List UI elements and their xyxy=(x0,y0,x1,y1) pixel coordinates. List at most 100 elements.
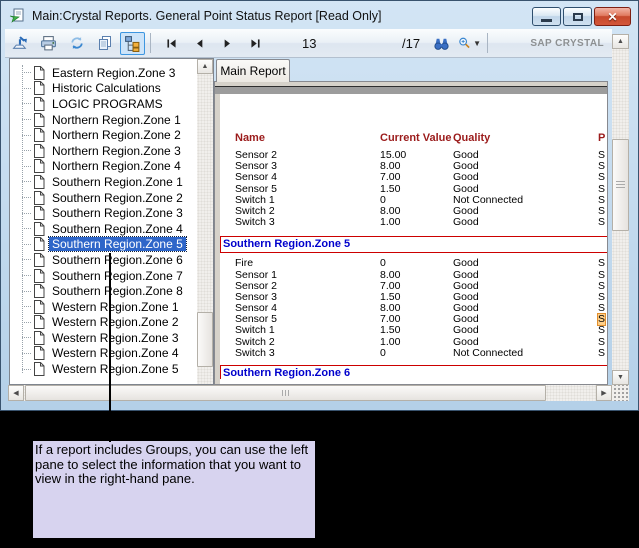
next-page-button[interactable] xyxy=(215,32,240,55)
tree-item[interactable]: Southern Region.Zone 8 xyxy=(12,283,196,299)
tree-item-label: Eastern Region.Zone 3 xyxy=(49,66,178,80)
tree-item[interactable]: Historic Calculations xyxy=(12,81,196,97)
first-page-button[interactable] xyxy=(159,32,184,55)
toolbar-separator xyxy=(487,33,488,53)
minimize-button[interactable] xyxy=(532,7,561,26)
refresh-button[interactable] xyxy=(64,32,89,55)
tree-item[interactable]: Western Region.Zone 2 xyxy=(12,315,196,331)
horizontal-scrollbar[interactable]: ◀ ▶ xyxy=(8,385,629,401)
titlebar[interactable]: Main:Crystal Reports. General Point Stat… xyxy=(5,3,634,29)
tree-item-label: Southern Region.Zone 6 xyxy=(49,253,186,267)
tree-connector xyxy=(22,353,31,354)
content-area: Eastern Region.Zone 3 Historic Calculati… xyxy=(1,58,639,385)
scroll-right-arrow[interactable]: ▶ xyxy=(596,385,612,401)
tree-item[interactable]: Western Region.Zone 5 xyxy=(12,361,196,377)
scroll-up-arrow[interactable]: ▲ xyxy=(197,59,213,74)
thumb-grip xyxy=(282,390,289,396)
document-icon xyxy=(33,159,45,173)
scroll-left-arrow[interactable]: ◀ xyxy=(8,385,24,401)
report-cell-p: S xyxy=(598,337,605,348)
tree-item[interactable]: Southern Region.Zone 1 xyxy=(12,174,196,190)
tree-item[interactable]: Southern Region.Zone 7 xyxy=(12,268,196,284)
find-button[interactable] xyxy=(429,32,454,55)
tree-item[interactable]: Northern Region.Zone 1 xyxy=(12,112,196,128)
tree-item[interactable]: Northern Region.Zone 2 xyxy=(12,127,196,143)
previous-page-button[interactable] xyxy=(187,32,212,55)
tree-item[interactable]: Western Region.Zone 4 xyxy=(12,346,196,362)
copy-button[interactable] xyxy=(92,32,117,55)
group-tree-pane: Eastern Region.Zone 3 Historic Calculati… xyxy=(9,58,214,385)
scroll-thumb[interactable] xyxy=(25,385,546,401)
print-button[interactable] xyxy=(36,32,61,55)
scroll-thumb[interactable] xyxy=(197,312,213,367)
tree-item-label: Western Region.Zone 2 xyxy=(49,315,182,329)
binoculars-icon xyxy=(433,35,450,52)
tree-item[interactable]: Western Region.Zone 1 xyxy=(12,299,196,315)
report-cell-q: Good xyxy=(453,217,479,228)
tree-connector xyxy=(22,135,31,136)
tree-item-label: Historic Calculations xyxy=(49,81,164,95)
tree-item[interactable]: Southern Region.Zone 4 xyxy=(12,221,196,237)
document-icon xyxy=(33,97,45,111)
document-icon xyxy=(33,222,45,236)
tree-item[interactable]: LOGIC PROGRAMS xyxy=(12,96,196,112)
scroll-thumb[interactable] xyxy=(612,139,629,231)
tree-item[interactable]: Southern Region.Zone 5 xyxy=(12,237,196,253)
report-cell-q: Good xyxy=(453,172,479,183)
export-icon xyxy=(12,35,29,52)
tree-item[interactable]: Eastern Region.Zone 3 xyxy=(12,65,196,81)
report-cell-v: 1.50 xyxy=(380,184,400,195)
magnifier-icon xyxy=(458,35,471,51)
copy-icon xyxy=(97,35,113,51)
page-top-band xyxy=(215,86,607,94)
document-icon xyxy=(33,300,45,314)
tree-connector xyxy=(22,337,31,338)
tree-connector xyxy=(22,72,31,73)
tree-item[interactable]: Western Region.Zone 3 xyxy=(12,330,196,346)
zoom-dropdown-caret: ▼ xyxy=(473,39,481,48)
tree-item[interactable]: Northern Region.Zone 3 xyxy=(12,143,196,159)
resize-grip[interactable] xyxy=(612,385,629,401)
scroll-up-arrow[interactable]: ▲ xyxy=(612,34,629,49)
document-icon xyxy=(33,113,45,127)
tree-item-label: Southern Region.Zone 2 xyxy=(49,191,186,205)
report-pane: Main Report Name Current Value Quality P… xyxy=(214,58,608,385)
zoom-button[interactable]: ▼ xyxy=(457,32,482,55)
report-cell-v: 0 xyxy=(380,348,386,359)
tree-item-label: Northern Region.Zone 2 xyxy=(49,128,184,142)
tree-item-label: Southern Region.Zone 5 xyxy=(49,237,186,251)
report-cell-v: 0 xyxy=(380,258,386,269)
document-icon xyxy=(33,269,45,283)
tree-item[interactable]: Northern Region.Zone 4 xyxy=(12,159,196,175)
tree-item[interactable]: Southern Region.Zone 2 xyxy=(12,190,196,206)
document-icon xyxy=(33,128,45,142)
report-cell-p: S xyxy=(598,172,605,183)
tree-item-label: Southern Region.Zone 3 xyxy=(49,206,186,220)
last-page-button[interactable] xyxy=(243,32,268,55)
page-number-field[interactable]: 13 xyxy=(302,36,402,51)
report-body: Sensor 215.00GoodSSensor 38.00GoodSSenso… xyxy=(220,150,607,384)
tab-main-report[interactable]: Main Report xyxy=(216,59,290,82)
group-tree: Eastern Region.Zone 3 Historic Calculati… xyxy=(12,65,196,377)
tree-connector xyxy=(22,166,31,167)
report-row: Switch 31.00GoodS xyxy=(220,217,607,228)
group-header: Southern Region.Zone 6 xyxy=(220,365,607,379)
close-button[interactable]: ✕ xyxy=(594,7,631,26)
tree-vertical-scrollbar[interactable]: ▲ xyxy=(197,59,213,384)
last-page-icon xyxy=(249,37,262,50)
scroll-down-arrow[interactable]: ▼ xyxy=(612,370,629,385)
tree-connector xyxy=(22,244,31,245)
export-button[interactable] xyxy=(8,32,33,55)
report-cell-q: Good xyxy=(453,184,479,195)
tree-item-label: Western Region.Zone 1 xyxy=(49,300,182,314)
document-icon xyxy=(33,144,45,158)
report-vertical-scrollbar[interactable]: ▲ ▼ xyxy=(612,34,629,385)
tree-item[interactable]: Southern Region.Zone 6 xyxy=(12,252,196,268)
report-cell-p: S xyxy=(598,325,605,336)
toggle-group-tree-button[interactable] xyxy=(120,32,145,55)
report-cell-n: Sensor 1 xyxy=(235,270,277,281)
tree-item[interactable]: Southern Region.Zone 3 xyxy=(12,205,196,221)
column-header-p: P xyxy=(598,132,605,144)
document-icon xyxy=(33,362,45,376)
maximize-button[interactable] xyxy=(563,7,592,26)
